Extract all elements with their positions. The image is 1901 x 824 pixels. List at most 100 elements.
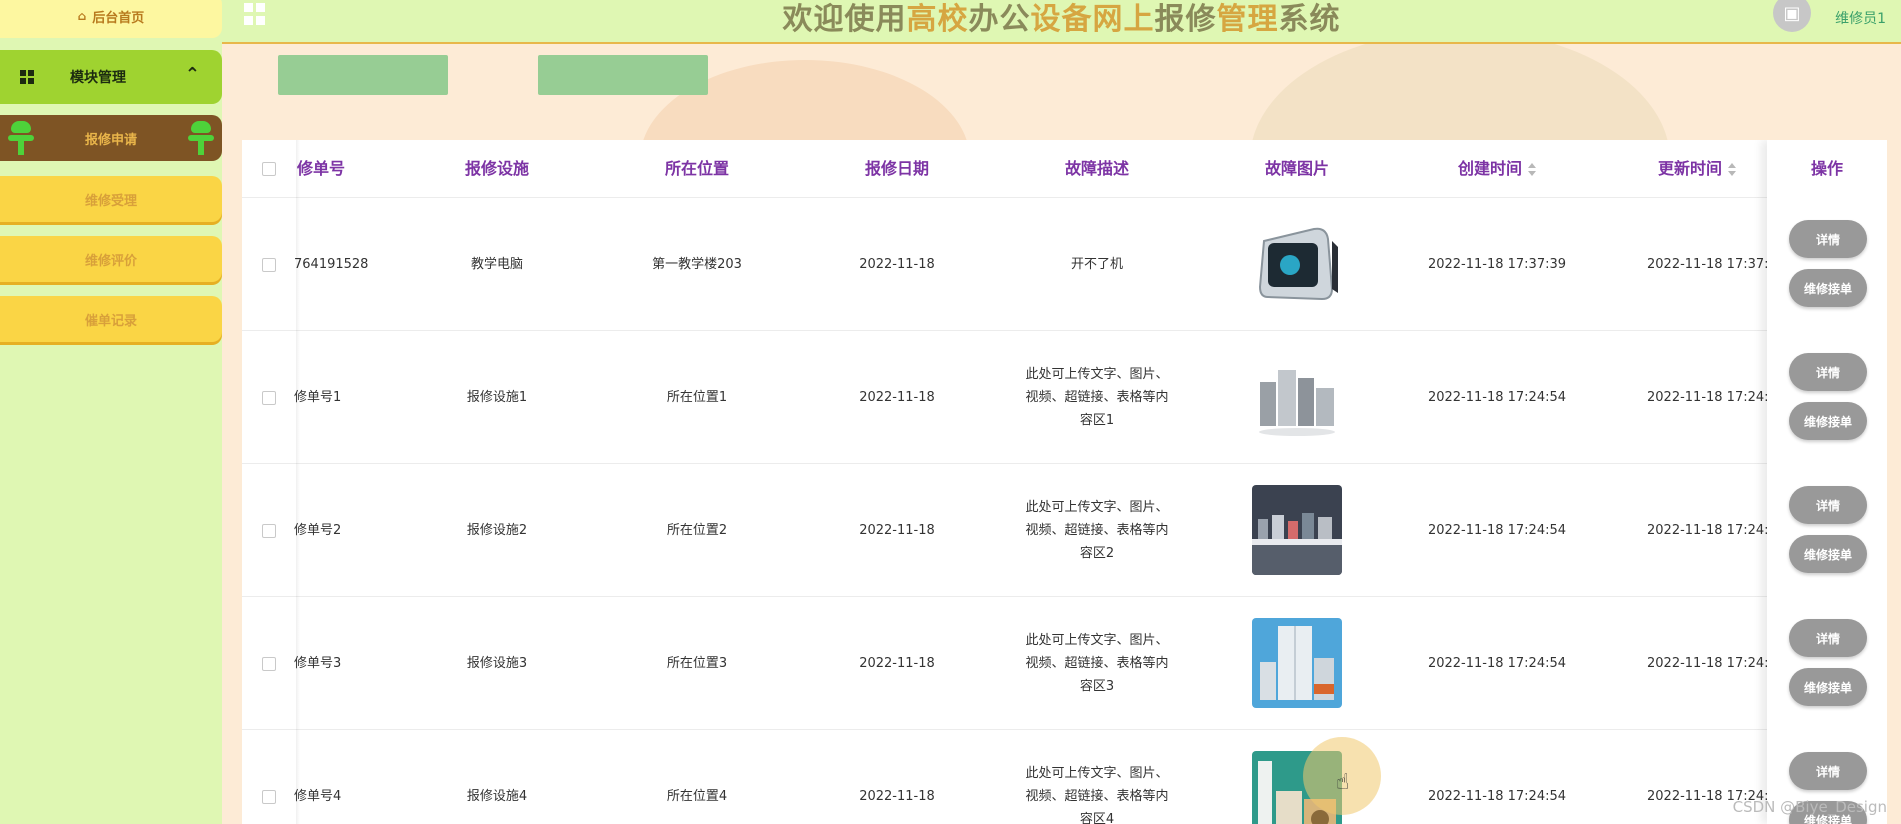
add-button[interactable] — [538, 55, 708, 95]
sidebar-item-repair-review[interactable]: 维修评价 — [0, 236, 222, 282]
cell-created: 2022-11-18 17:24:54 — [1427, 522, 1567, 538]
cell-description: 此处可上传文字、图片、视频、超链接、表格等内容区2 — [1025, 499, 1169, 561]
row-checkbox[interactable] — [262, 524, 276, 538]
sidebar-item-label: 维修评价 — [84, 253, 137, 269]
cell-date: 2022-11-18 — [859, 389, 935, 405]
cell-order-no: 修单号1 — [294, 389, 342, 405]
grid-icon — [20, 70, 34, 84]
watermark: CSDN @Biye_Design — [1732, 798, 1887, 816]
sidebar-item-repair-request[interactable]: 报修申请 — [0, 115, 222, 161]
column-header-description: 故障描述 — [1064, 159, 1129, 178]
accept-repair-button[interactable]: 维修接单 — [1789, 535, 1867, 573]
username[interactable]: 维修员1 — [1835, 8, 1886, 28]
accept-repair-button[interactable]: 维修接单 — [1789, 402, 1867, 440]
sidebar-home-label: 后台首页 — [92, 10, 145, 26]
row-checkbox[interactable] — [262, 790, 276, 804]
cell-image — [1212, 331, 1382, 463]
image-placeholder-icon: ▣ — [1783, 2, 1801, 24]
table-row: 764191528 教学电脑 第一教学楼203 2022-11-18 开不了机 … — [242, 198, 1887, 331]
cell-updated: 2022-11-18 17:24:5 — [1647, 389, 1777, 405]
fault-image-shelf[interactable] — [1252, 485, 1342, 575]
cell-facility: 报修设施4 — [466, 788, 528, 804]
column-header-order-no: 修单号 — [297, 159, 346, 178]
row-checkbox[interactable] — [262, 391, 276, 405]
fault-image-appliances[interactable] — [1252, 352, 1342, 442]
fault-image-computer[interactable] — [1252, 219, 1342, 309]
page-title: 欢迎使用高校办公设备网上报修管理系统 — [782, 2, 1341, 37]
column-header-location: 所在位置 — [664, 159, 729, 178]
cell-description: 开不了机 — [1070, 256, 1123, 272]
cell-image — [1212, 597, 1382, 729]
cactus-decoration-icon — [8, 121, 34, 155]
actions-column: 操作 详情 维修接单 详情 维修接单 详情 维修接单 详情 维修接单 详情 维修… — [1767, 140, 1887, 824]
sidebar-home-link[interactable]: ⌂ 后台首页 — [0, 0, 222, 38]
table-row: 修单号2 报修设施2 所在位置2 2022-11-18 此处可上传文字、图片、视… — [242, 464, 1887, 597]
cell-date: 2022-11-18 — [859, 788, 935, 804]
column-header-created[interactable]: 创建时间 — [1412, 140, 1582, 197]
detail-button[interactable]: 详情 — [1789, 752, 1867, 790]
cell-updated: 2022-11-18 17:24:5 — [1647, 655, 1777, 671]
select-all-checkbox[interactable] — [262, 162, 276, 176]
cell-updated: 2022-11-18 17:37:3 — [1647, 256, 1777, 272]
cell-order-no: 修单号4 — [294, 788, 342, 804]
detail-button[interactable]: 详情 — [1789, 220, 1867, 258]
column-header-facility: 报修设施 — [464, 159, 529, 178]
cell-description: 此处可上传文字、图片、视频、超链接、表格等内容区3 — [1025, 632, 1169, 694]
cell-created: 2022-11-18 17:24:54 — [1427, 788, 1567, 804]
sidebar-module-toggle[interactable]: 模块管理 ⌃ — [0, 50, 222, 104]
cell-facility: 教学电脑 — [470, 256, 523, 272]
column-header-actions: 操作 — [1810, 159, 1843, 178]
cell-date: 2022-11-18 — [859, 655, 935, 671]
sort-icon[interactable] — [1728, 162, 1736, 177]
cell-location: 第一教学楼203 — [652, 256, 742, 272]
cell-facility: 报修设施2 — [466, 522, 528, 538]
home-icon: ⌂ — [77, 9, 87, 23]
sidebar-item-label: 维修受理 — [84, 193, 137, 209]
cell-location: 所在位置3 — [666, 655, 728, 671]
cell-order-no: 修单号3 — [294, 655, 342, 671]
sidebar-item-label: 报修申请 — [84, 132, 137, 148]
sort-icon[interactable] — [1528, 162, 1536, 177]
cell-location: 所在位置4 — [666, 788, 728, 804]
chevron-up-icon: ⌃ — [184, 64, 200, 85]
table-row: 修单号1 报修设施1 所在位置1 2022-11-18 此处可上传文字、图片、视… — [242, 331, 1887, 464]
search-button[interactable] — [278, 55, 448, 95]
cell-facility: 报修设施3 — [466, 655, 528, 671]
cell-created: 2022-11-18 17:37:39 — [1427, 256, 1567, 272]
column-header-updated[interactable]: 更新时间 — [1612, 140, 1782, 197]
cell-date: 2022-11-18 — [859, 256, 935, 272]
cell-order-no: 修单号2 — [294, 522, 342, 538]
table-row: 修单号4 报修设施4 所在位置4 2022-11-18 此处可上传文字、图片、视… — [242, 730, 1887, 824]
cell-description: 此处可上传文字、图片、视频、超链接、表格等内容区1 — [1025, 366, 1169, 428]
sidebar-module-label: 模块管理 — [70, 70, 126, 86]
row-checkbox[interactable] — [262, 657, 276, 671]
table-header: 修单号 报修设施 所在位置 报修日期 故障描述 故障图片 创建时间 更新时间 — [242, 140, 1887, 198]
cell-location: 所在位置1 — [666, 389, 728, 405]
sidebar: ⌂ 后台首页 模块管理 ⌃ 报修申请 维修受理 维修评价 催单记录 — [0, 0, 222, 824]
table-row: 修单号3 报修设施3 所在位置3 2022-11-18 此处可上传文字、图片、视… — [242, 597, 1887, 730]
column-header-image: 故障图片 — [1264, 159, 1329, 178]
hand-cursor-icon: ☝ — [1336, 770, 1350, 795]
cell-created: 2022-11-18 17:24:54 — [1427, 389, 1567, 405]
column-header-date: 报修日期 — [864, 159, 929, 178]
fault-image-fridge[interactable] — [1252, 618, 1342, 708]
cell-image — [1212, 464, 1382, 596]
top-header: 欢迎使用高校办公设备网上报修管理系统 ▣ 维修员1 — [222, 0, 1901, 44]
cactus-decoration-icon — [188, 121, 214, 155]
cell-location: 所在位置2 — [666, 522, 728, 538]
sidebar-item-urge-records[interactable]: 催单记录 — [0, 296, 222, 342]
accept-repair-button[interactable]: 维修接单 — [1789, 269, 1867, 307]
detail-button[interactable]: 详情 — [1789, 353, 1867, 391]
detail-button[interactable]: 详情 — [1789, 486, 1867, 524]
accept-repair-button[interactable]: 维修接单 — [1789, 668, 1867, 706]
sidebar-item-repair-accept[interactable]: 维修受理 — [0, 176, 222, 222]
row-checkbox[interactable] — [262, 258, 276, 272]
cell-date: 2022-11-18 — [859, 522, 935, 538]
cell-order-no: 764191528 — [294, 256, 369, 272]
cell-facility: 报修设施1 — [466, 389, 528, 405]
cell-created: 2022-11-18 17:24:54 — [1427, 655, 1567, 671]
scroll-shadow — [296, 140, 300, 824]
data-table: 修单号 报修设施 所在位置 报修日期 故障描述 故障图片 创建时间 更新时间 7… — [242, 140, 1887, 824]
detail-button[interactable]: 详情 — [1789, 619, 1867, 657]
cell-updated: 2022-11-18 17:24:5 — [1647, 522, 1777, 538]
